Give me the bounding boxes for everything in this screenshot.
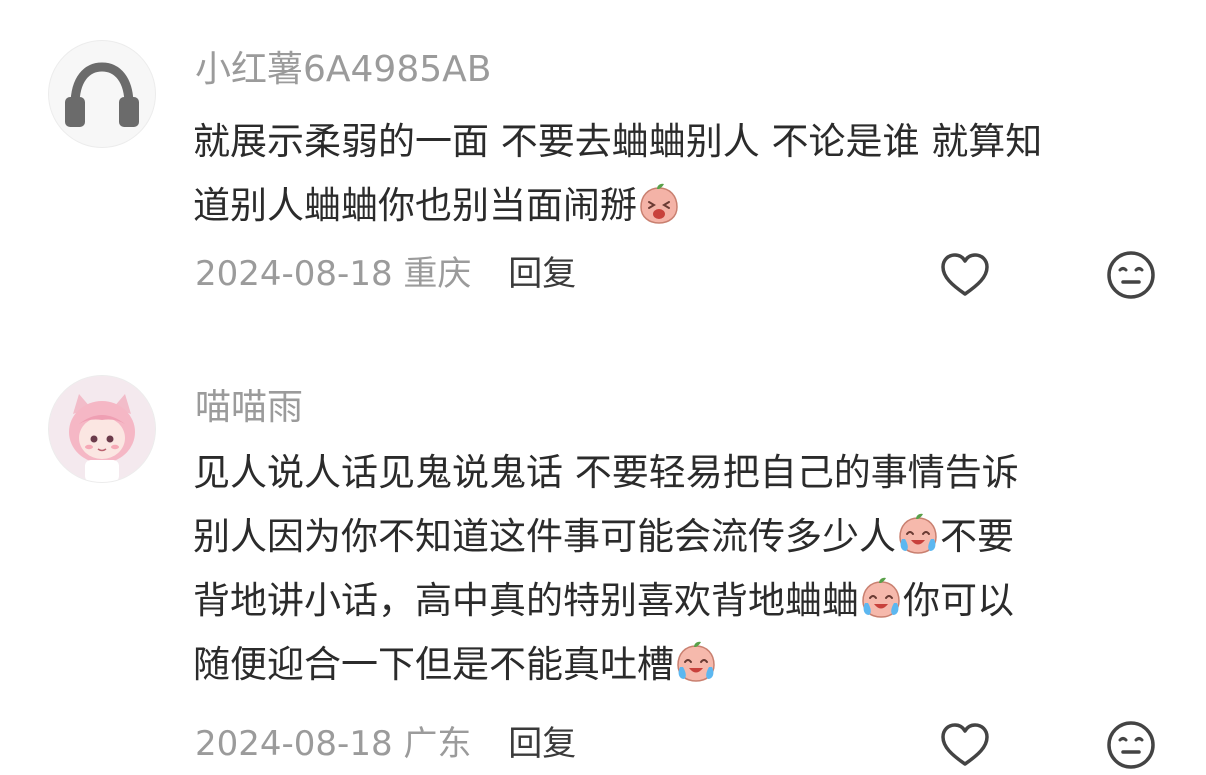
dislike-face-icon[interactable] [1104,718,1158,772]
comment-line: 见人说人话见鬼说鬼话 不要轻易把自己的事情告诉 [193,451,1019,494]
comment-line-with-emoji: 别人因为你不知道这件事可能会流传多少人 不要 [193,505,1153,569]
comment-line: 随便迎合一下但是不能真吐槽 [193,643,674,686]
username[interactable]: 小红薯6A4985AB [195,48,491,92]
comment-item: 小红薯6A4985AB 就展示柔弱的一面 不要去蛐蛐别人 不论是谁 就算知 道别… [0,0,1206,320]
comment-meta: 2024-08-18 广东 回复 [195,722,576,766]
comment-text: 见人说人话见鬼说鬼话 不要轻易把自己的事情告诉 别人因为你不知道这件事可能会流传… [193,441,1153,697]
comment-line: 道别人蛐蛐你也别当面闹掰 [193,184,637,227]
crying-face-emoji [637,182,681,226]
tears-of-joy-emoji [896,513,940,557]
comment-list: 小红薯6A4985AB 就展示柔弱的一面 不要去蛐蛐别人 不论是谁 就算知 道别… [0,0,1206,775]
comment-line: 不要 [940,515,1014,558]
reply-button[interactable]: 回复 [508,724,576,764]
comment-line-with-emoji: 道别人蛐蛐你也别当面闹掰 [193,174,1153,238]
comment-location: 广东 [403,724,472,764]
comment-line-with-emoji: 随便迎合一下但是不能真吐槽 [193,633,1153,697]
headphones-icon [65,62,139,127]
comment-line: 你可以 [903,579,1014,622]
tears-of-joy-emoji [674,641,718,685]
avatar[interactable] [48,40,156,148]
username[interactable]: 喵喵雨 [195,386,303,430]
heart-icon[interactable] [938,718,992,772]
comment-date: 2024-08-18 [195,254,393,294]
comment-date: 2024-08-18 [195,724,393,764]
comment-line-with-emoji: 背地讲小话，高中真的特别喜欢背地蛐蛐 你可以 [193,569,1153,633]
comment-meta: 2024-08-18 重庆 回复 [195,252,576,296]
reply-button[interactable]: 回复 [508,254,576,294]
tears-of-joy-emoji [859,577,903,621]
comment-text: 就展示柔弱的一面 不要去蛐蛐别人 不论是谁 就算知 道别人蛐蛐你也别当面闹掰 [193,110,1153,238]
comment-item: 喵喵雨 见人说人话见鬼说鬼话 不要轻易把自己的事情告诉 别人因为你不知道这件事可… [0,345,1206,775]
comment-location: 重庆 [403,254,472,294]
comment-line: 就展示柔弱的一面 不要去蛐蛐别人 不论是谁 就算知 [193,120,1043,163]
pink-anime-avatar [49,376,155,482]
comment-line: 背地讲小话，高中真的特别喜欢背地蛐蛐 [193,579,859,622]
heart-icon[interactable] [938,248,992,302]
comment-line: 别人因为你不知道这件事可能会流传多少人 [193,515,896,558]
avatar[interactable] [48,375,156,483]
dislike-face-icon[interactable] [1104,248,1158,302]
